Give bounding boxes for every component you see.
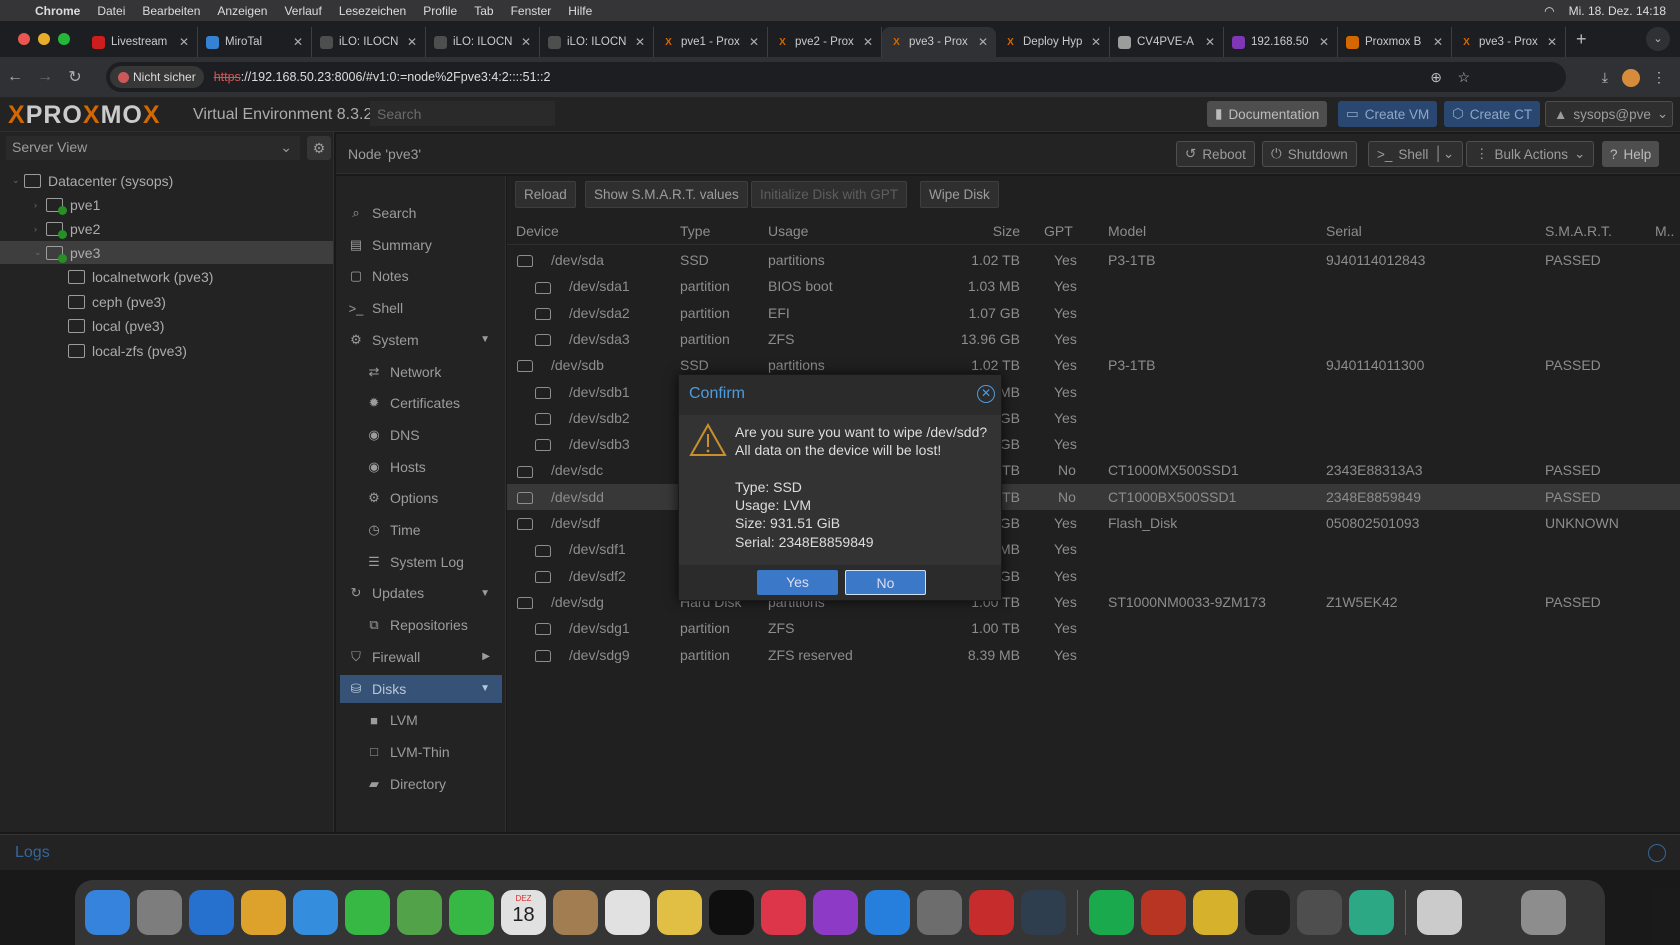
disk-usage: Usage: LVM xyxy=(735,497,811,513)
dialog-body: Are you sure you want to wipe /dev/sdd? … xyxy=(679,415,1001,565)
dialog-title: Confirm xyxy=(689,385,746,402)
confirm-dialog: Confirm ✕ Are you sure you want to wipe … xyxy=(678,374,1002,601)
yes-button[interactable]: Yes xyxy=(757,570,838,595)
close-icon[interactable]: ✕ xyxy=(977,385,995,403)
disk-size: Size: 931.51 GiB xyxy=(735,515,841,531)
no-button[interactable]: No xyxy=(845,570,926,595)
confirm-warning: All data on the device will be lost! xyxy=(735,442,942,458)
disk-serial: Serial: 2348E8859849 xyxy=(735,534,874,550)
disk-type: Type: SSD xyxy=(735,479,802,495)
warning-icon xyxy=(689,423,727,456)
confirm-question: Are you sure you want to wipe /dev/sdd? xyxy=(735,424,988,440)
